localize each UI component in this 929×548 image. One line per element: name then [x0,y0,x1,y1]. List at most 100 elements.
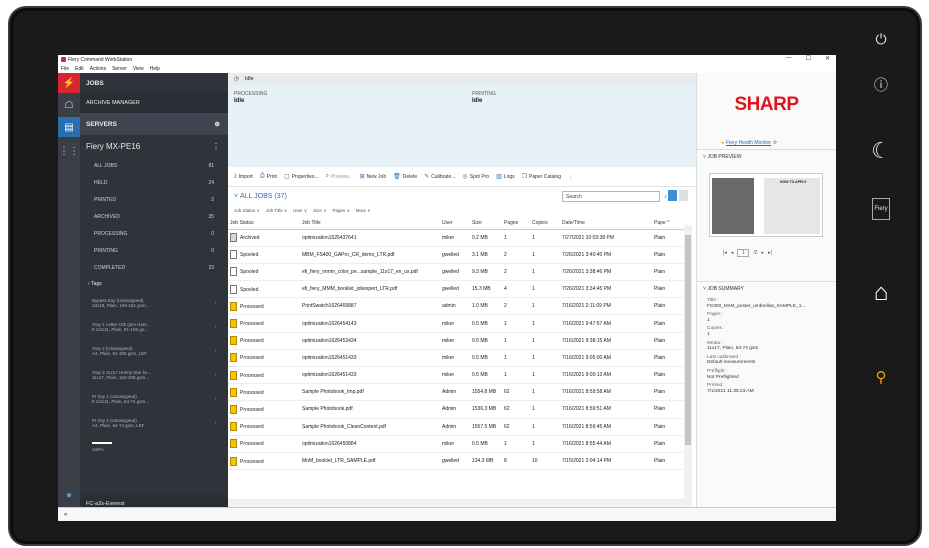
page-number-input[interactable]: 1 [737,249,750,257]
menu-server[interactable]: Server [112,66,127,72]
table-row[interactable]: Spooled efi_fiery_MMM_booklet_jobexpert_L… [228,280,690,299]
filter-user[interactable]: User ∨ [293,208,307,214]
account-icon[interactable]: ● [58,485,80,505]
cell-title: MnM_booklet_LTR_SAMPLE.pdf [300,452,440,471]
sleep-icon[interactable]: ☾ [864,134,898,168]
table-row[interactable]: Archived optimization1626437641 miker 0.2 M… [228,229,690,247]
tray-item[interactable]: Tray 3 11x17 Hmmy Star ke... 11x17, Plain… [80,363,228,387]
server-tab[interactable]: ◷ Idle [228,73,696,85]
vertical-scrollbar[interactable] [684,225,692,507]
col-date-time[interactable]: Date/Time [560,217,652,230]
col-job-title[interactable]: Job Title [300,217,440,230]
scroll-thumb[interactable] [685,235,691,445]
archive-icon[interactable]: ☖ [58,95,80,115]
delete-button[interactable]: 🗑 Delete [393,173,417,181]
tray-item[interactable]: Bypass tray (Unassigned) 13x19, Plain, 10… [80,291,228,315]
job-summary-header[interactable]: ˅ JOB SUMMARY [697,281,836,295]
col-job-status[interactable]: Job Status [228,217,300,230]
tray-item[interactable]: PI tray 1 (Unassigned) 8 1/2x11, Plain, 6… [80,387,228,411]
filter-size[interactable]: Size ∨ [313,208,326,214]
queue-completed[interactable]: COMPLETED 23 [80,259,228,276]
paper-catalog-button[interactable]: ❐ Paper Catalog [522,173,561,181]
last-page-icon[interactable]: ▸| [768,250,772,256]
table-row[interactable]: Processed optimization1626451433 miker 0.5 … [228,366,690,385]
health-monitor-link[interactable]: ● Fiery Health Monitor ⟳ [697,137,836,149]
menu-edit[interactable]: Edit [75,66,84,72]
close-button[interactable]: ✕ [825,55,830,62]
collapse-sidebar-icon[interactable]: « [64,512,67,518]
cell-date: 7/16/2021 9:47:57 AM [560,314,652,333]
add-server-icon[interactable]: ⊕ [215,120,220,128]
table-row[interactable]: Processed Sample Photobook.pdf Admin 1536.3… [228,400,690,419]
server-icon[interactable]: ▤ [58,117,80,137]
search-icon[interactable]: ⌕ [664,194,667,200]
grid-view-icon[interactable] [679,190,688,201]
servers-heading[interactable]: SERVERS ⊕ [80,113,228,135]
col-size[interactable]: Size [470,217,502,230]
more-toolbar-button[interactable]: ⋮ [568,174,573,180]
menu-actions[interactable]: Actions [90,66,106,72]
table-row[interactable]: Processed optimization1626454143 miker 0.5 … [228,314,690,333]
first-page-icon[interactable]: |◂ [723,250,727,256]
minimize-button[interactable]: — [786,55,792,62]
table-row[interactable]: Processed MnM_booklet_LTR_SAMPLE.pdf gwell… [228,452,690,471]
col-user[interactable]: User [440,217,470,230]
tray-item[interactable]: Tray 1 Letter 105 gsm Ham... 8 1/2x11, Pl… [80,315,228,339]
filter-more[interactable]: More ∨ [356,208,371,214]
preview-thumbnail[interactable]: HOW TO APPLY [709,173,823,237]
col-copies[interactable]: Copies [530,217,560,230]
table-row[interactable]: Spooled MBM_FS400_GAPro_CR_demo_LTR.pdf gw… [228,246,690,264]
table-row[interactable]: Processed Sample Photobook_Imp.pdf Admin 15… [228,383,690,402]
filter-job-status[interactable]: Job Status ∨ [234,208,260,214]
table-row[interactable]: Processed Sample Photobook_CleanContent.p… [228,418,690,436]
spot-pro-button[interactable]: ◎ Spot Pro [462,173,489,181]
queue-held[interactable]: HELD 24 [80,174,228,191]
queue-archived[interactable]: ARCHIVED 35 [80,208,228,225]
table-row[interactable]: Spooled efi_fiery_mmm_color_pe...sample_1… [228,263,690,282]
calibrate-button[interactable]: ✎ Calibrate... [424,173,455,181]
properties-button[interactable]: ▢ Properties... [284,173,319,181]
tags-item[interactable]: › Tags [80,276,228,291]
table-row[interactable]: Processed optimization1626451433 miker 0.5 … [228,349,690,368]
server-menu-icon[interactable]: ⋮ [212,142,220,151]
menu-help[interactable]: Help [150,66,160,72]
queue-printing[interactable]: PRINTING 0 [80,242,228,259]
queue-printed[interactable]: PRINTED 2 [80,191,228,208]
menu-view[interactable]: View [133,66,144,72]
jobs-heading[interactable]: JOBS [80,73,228,93]
job-preview-header[interactable]: ˅ JOB PREVIEW [697,149,836,163]
fiery-logo-icon[interactable]: ⚡ [58,73,80,93]
table-row[interactable]: Processed PrintSwatch1626469887 admin 1.0 M… [228,297,690,316]
col-pages[interactable]: Pages [502,217,530,230]
next-page-icon[interactable]: ▸ [762,250,765,256]
new-job-button[interactable]: ⊞ New Job [360,173,386,181]
cell-title: optimization1626437641 [300,229,440,247]
archive-manager-item[interactable]: ARCHIVE MANAGER [80,93,228,113]
table-row[interactable]: Processed optimization1626453434 miker 0.5 … [228,332,690,350]
prev-page-icon[interactable]: ◂ [731,250,734,256]
info-icon[interactable]: ⓘ [864,68,898,102]
list-view-icon[interactable] [668,190,677,201]
table-row[interactable]: Processed optimization1626450884 miker 0.5 … [228,435,690,453]
horizontal-scrollbar[interactable] [228,499,684,507]
maximize-button[interactable]: ☐ [806,55,811,62]
filter-job-title[interactable]: Job Title ∨ [266,208,287,214]
tray-item[interactable]: Tray 2 (Unassigned) A4, Plain, 91-105 gsm… [80,339,228,363]
print-button[interactable]: ⎙ Print [260,173,277,180]
apps-grid-icon[interactable]: ⋮⋮ [58,141,80,161]
tray-item[interactable]: PI tray 2 (Unassigned) A4, Plain, 64-74 g… [80,411,228,435]
power-icon[interactable]: ⏻ [864,22,898,56]
import-label: Import [238,173,253,180]
preview-button[interactable]: ⌕ Preview... [326,173,353,180]
queue-all-jobs[interactable]: ALL JOBS 81 [80,157,228,174]
server-item[interactable]: Fiery MX-PE16 ⋮ [80,135,228,157]
filter-pages[interactable]: Pages ∨ [332,208,349,214]
home-icon[interactable]: ⌂ [864,276,898,310]
refresh-icon[interactable]: ⟳ [773,140,777,146]
queue-processing[interactable]: PROCESSING 0 [80,225,228,242]
fiery-icon[interactable]: Fiery [872,198,890,220]
search-input[interactable]: Search ⌕ [562,191,667,202]
menu-file[interactable]: File [61,66,69,72]
logs-button[interactable]: ▥ Logs [496,173,515,181]
import-button[interactable]: ⤓ Import [234,173,253,180]
